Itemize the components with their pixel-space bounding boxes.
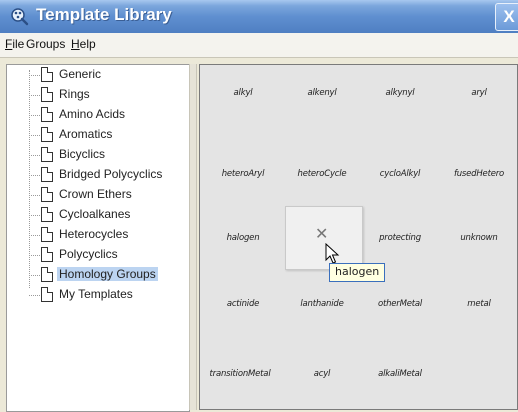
menu-file[interactable]: File <box>5 37 24 51</box>
template-lanthanide[interactable]: lanthanide <box>286 299 358 309</box>
tree-item-label: Crown Ethers <box>59 187 132 201</box>
tree-item-homology-groups[interactable]: Homology Groups <box>29 265 199 285</box>
tree-item-label: Cycloalkanes <box>59 207 131 221</box>
menu-groups-label: Groups <box>26 37 66 51</box>
tree-item-crown-ethers[interactable]: Crown Ethers <box>29 185 199 205</box>
tree-item-bicyclics[interactable]: Bicyclics <box>29 145 199 165</box>
tree-item-polycyclics[interactable]: Polycyclics <box>29 245 199 265</box>
document-icon <box>41 147 53 162</box>
template-aryl[interactable]: aryl <box>443 88 515 98</box>
window-title: Template Library <box>36 5 172 24</box>
close-button[interactable]: X <box>495 3 518 31</box>
template-unknown[interactable]: unknown <box>443 233 515 243</box>
document-icon <box>41 107 53 122</box>
tree-item-rings[interactable]: Rings <box>29 85 199 105</box>
tree-item-generic[interactable]: Generic <box>29 65 199 85</box>
tree-item-amino-acids[interactable]: Amino Acids <box>29 105 199 125</box>
tree-item-label: Generic <box>59 67 102 81</box>
tree-item-label: My Templates <box>59 287 133 301</box>
tree-item-aromatics[interactable]: Aromatics <box>29 125 199 145</box>
document-icon <box>41 127 53 142</box>
document-icon <box>41 267 53 282</box>
tree-item-label-selected: Homology Groups <box>57 267 158 281</box>
menu-groups[interactable]: Groups <box>26 37 65 51</box>
document-icon <box>41 187 53 202</box>
tree-item-heterocycles[interactable]: Heterocycles <box>29 225 199 245</box>
template-transitionmetal[interactable]: transitionMetal <box>200 369 280 379</box>
hovered-template-cell[interactable]: ✕ <box>285 206 363 270</box>
tree-item-bridged-polycyclics[interactable]: Bridged Polycyclics <box>29 165 199 185</box>
menu-help[interactable]: Help <box>71 37 96 51</box>
document-icon <box>41 87 53 102</box>
mouse-pointer-icon <box>325 243 340 264</box>
tree-item-label: Rings <box>59 87 90 101</box>
template-library-icon <box>11 8 29 26</box>
tree-item-label: Amino Acids <box>59 107 126 121</box>
template-halogen[interactable]: halogen <box>207 233 279 243</box>
document-icon <box>41 67 53 82</box>
template-actinide[interactable]: actinide <box>207 299 279 309</box>
template-heterocycle[interactable]: heteroCycle <box>286 169 358 179</box>
tree-item-label: Polycyclics <box>59 247 118 261</box>
template-protecting[interactable]: protecting <box>364 233 436 243</box>
tree-item-label: Bicyclics <box>59 147 106 161</box>
document-icon <box>41 167 53 182</box>
template-cycloalkyl[interactable]: cycloAlkyl <box>364 169 436 179</box>
tree-item-my-templates[interactable]: My Templates <box>29 285 199 305</box>
template-alkalimetal[interactable]: alkaliMetal <box>364 369 436 379</box>
template-tooltip: halogen <box>329 263 386 282</box>
template-alkyl[interactable]: alkyl <box>207 88 279 98</box>
menu-bar: File Groups Help <box>0 33 518 58</box>
remove-template-icon[interactable]: ✕ <box>315 224 328 243</box>
document-icon <box>41 227 53 242</box>
menu-help-label: elp <box>79 37 96 51</box>
tree-item-label: Bridged Polycyclics <box>59 167 163 181</box>
tree-item-label: Heterocycles <box>59 227 129 241</box>
pane-splitter[interactable] <box>189 64 197 410</box>
menu-file-label: ile <box>12 37 25 51</box>
template-grid: alkyl alkenyl alkynyl aryl heteroAryl he… <box>199 64 518 410</box>
title-bar: Template Library X <box>0 0 518 33</box>
template-acyl[interactable]: acyl <box>286 369 358 379</box>
template-group-tree[interactable]: Generic Rings Amino Acids Aromatics Bicy… <box>6 64 190 412</box>
tree-item-cycloalkanes[interactable]: Cycloalkanes <box>29 205 199 225</box>
template-metal[interactable]: metal <box>443 299 515 309</box>
template-alkenyl[interactable]: alkenyl <box>286 88 358 98</box>
menu-help-mnemonic: H <box>71 37 80 51</box>
document-icon <box>41 287 53 302</box>
template-alkynyl[interactable]: alkynyl <box>364 88 436 98</box>
template-fusedhetero[interactable]: fusedHetero <box>443 169 515 179</box>
document-icon <box>41 247 53 262</box>
tree-item-label: Aromatics <box>59 127 113 141</box>
template-othermetal[interactable]: otherMetal <box>364 299 436 309</box>
template-heteroaryl[interactable]: heteroAryl <box>207 169 279 179</box>
document-icon <box>41 207 53 222</box>
